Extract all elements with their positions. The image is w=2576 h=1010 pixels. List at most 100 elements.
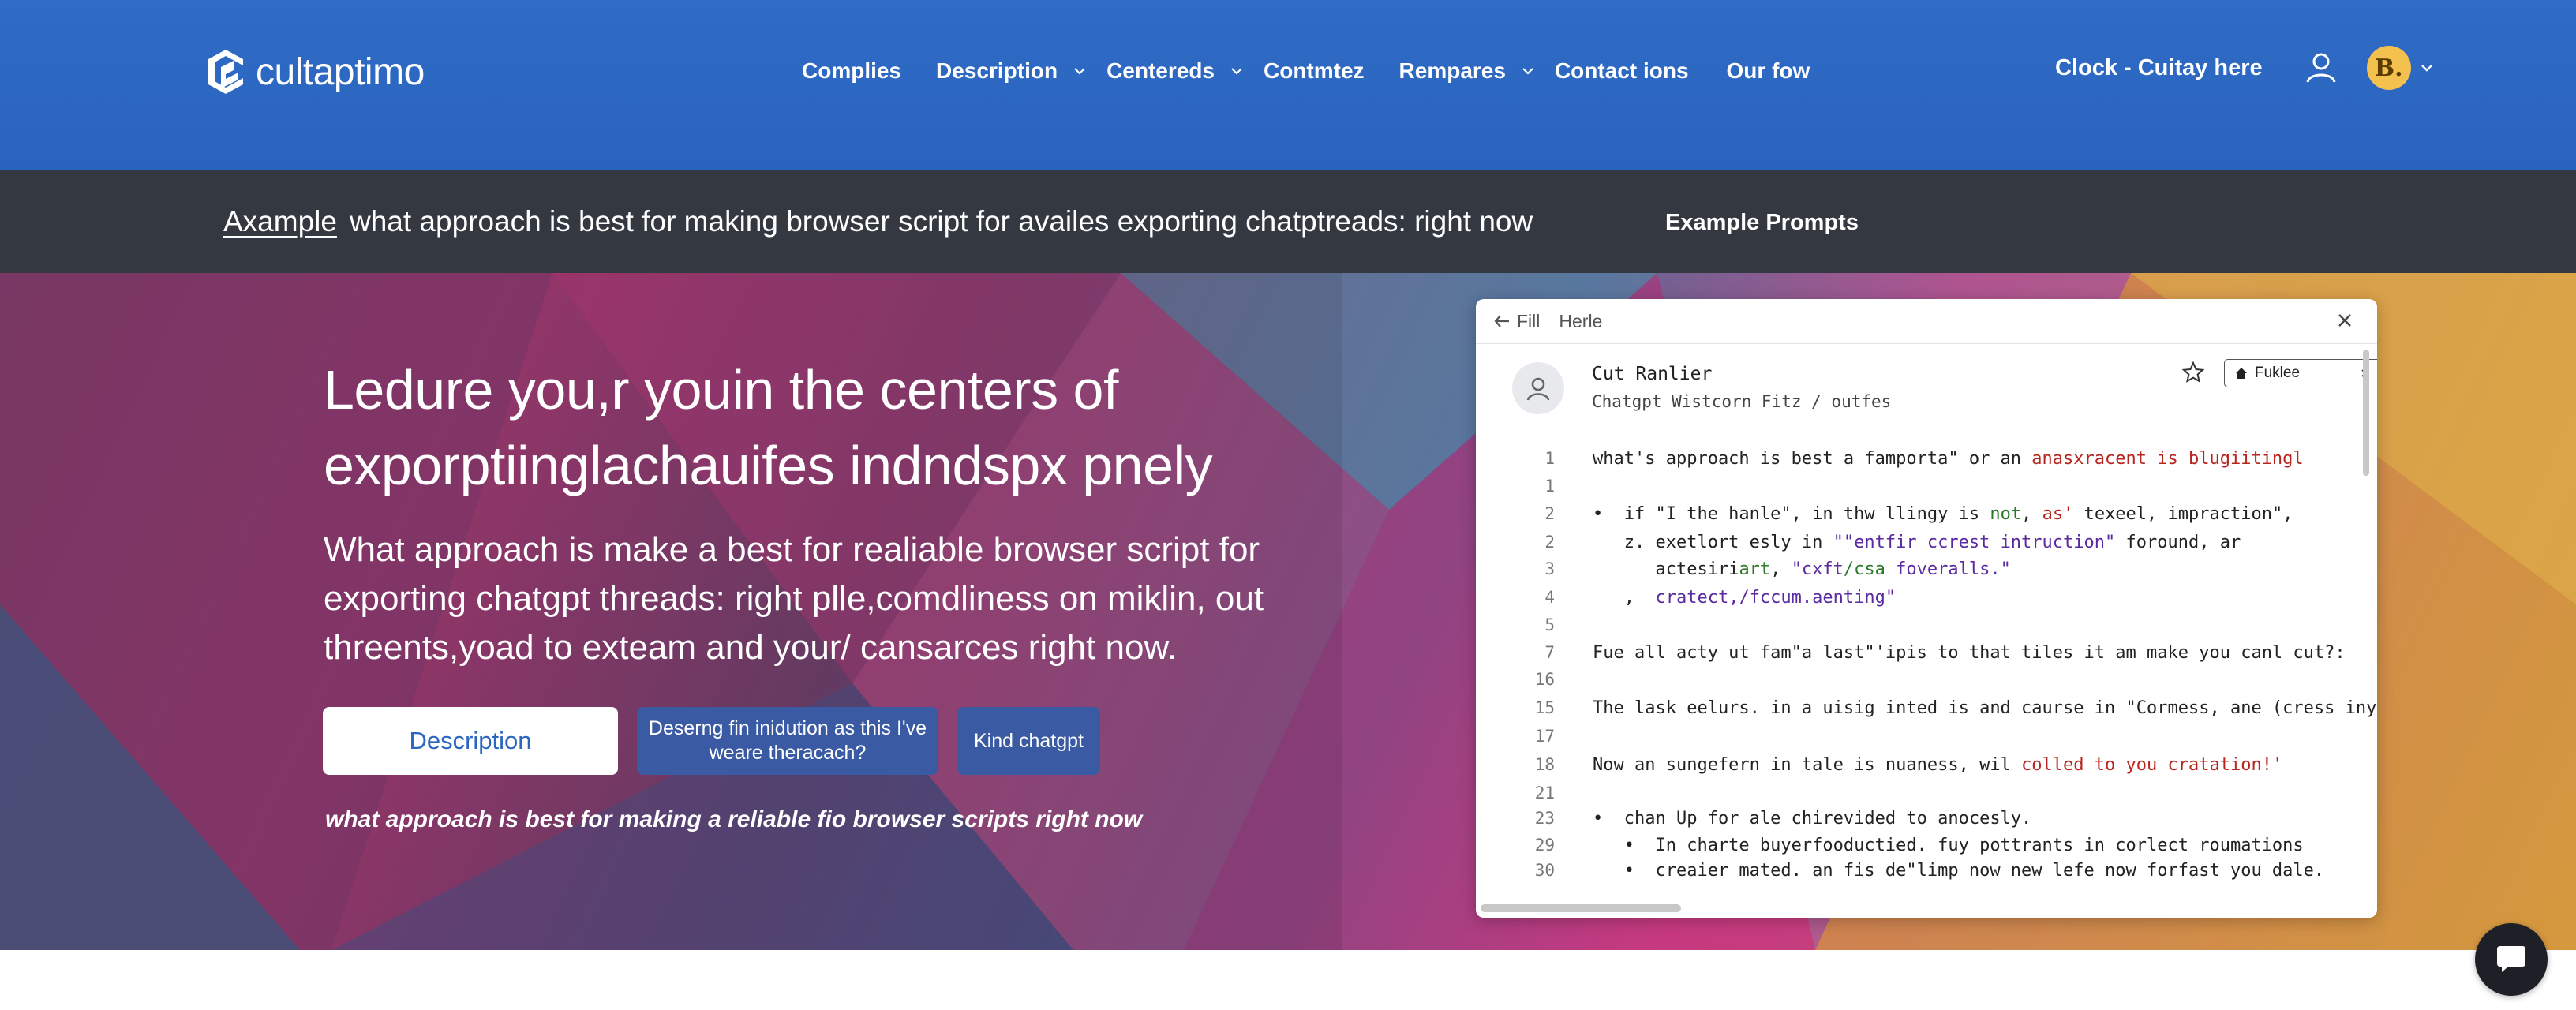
code-token: anasxracent is blugiitingl — [2031, 449, 2304, 469]
line-text: actesiriart, "cxft/csa foveralls." — [1593, 559, 2011, 579]
code-token: , — [1593, 588, 1656, 608]
code-token: what's approach is best a famporta" or a… — [1593, 449, 2032, 469]
code-token: art — [1739, 559, 1771, 579]
code-token: • creaier mated. an fis de"limp now new … — [1593, 861, 2325, 881]
code-token: foround, ar — [2115, 533, 2241, 552]
code-token: z. exetlort esly in — [1593, 533, 1833, 552]
line-number: 2 — [1544, 533, 1555, 552]
line-number: 4 — [1544, 588, 1555, 607]
top-navigation: cultaptimo Complies Description Centered… — [0, 0, 2576, 170]
line-text: • creaier mated. an fis de"limp now new … — [1593, 861, 2324, 881]
nav-link-label: Contmtez — [1264, 58, 1365, 83]
code-token: • chan Up for ale chirevided to anocesly… — [1593, 809, 2032, 829]
line-text: what's approach is best a famporta" or a… — [1593, 449, 2304, 469]
line-text: The lask eelurs. in a uisig inted is and… — [1593, 698, 2377, 718]
vertical-scrollbar[interactable] — [2361, 346, 2371, 905]
hero-note: what approach is best for making a relia… — [325, 806, 1143, 832]
logo-text: cultaptimo — [256, 50, 425, 93]
line-number: 1 — [1544, 477, 1555, 496]
hero-title: Ledure you,r youin the centers of exporp… — [324, 359, 1213, 496]
line-text: • chan Up for ale chirevided to anocesly… — [1593, 809, 2031, 829]
chip-label: Fuklee — [2255, 365, 2301, 381]
nav-right: Clock - Cuitay here B. — [2055, 46, 2436, 90]
code-token: not — [1990, 504, 2022, 524]
nav-link-rempares[interactable]: Rempares — [1399, 58, 1539, 84]
chevron-down-icon[interactable] — [2417, 58, 2436, 77]
nav-link-contmtez[interactable]: Contmtez — [1264, 58, 1365, 84]
code-token: texeel, impraction", — [2073, 504, 2293, 524]
chat-subtitle: Chatgpt Wistcorn Fitz / outfes — [1592, 392, 1892, 411]
back-label: Fill — [1517, 310, 1541, 331]
nav-link-label: Complies — [802, 58, 902, 83]
scrollbar-thumb[interactable] — [1481, 904, 1681, 912]
code-token: /csa — [1843, 559, 1885, 579]
nav-link-centereds[interactable]: Centereds — [1106, 58, 1248, 84]
code-token: , — [1770, 559, 1792, 579]
panel-tab[interactable]: Herle — [1559, 311, 1602, 332]
panel-toolbar: Fill Herle — [1476, 299, 2377, 344]
code-token: as' — [2042, 504, 2074, 524]
filter-chip[interactable]: Fuklee — [2224, 359, 2377, 387]
back-button[interactable]: Fill — [1493, 311, 1540, 332]
line-text: , cratect,/fccum.aenting" — [1593, 588, 1896, 608]
line-number: 29 — [1534, 836, 1555, 855]
logo[interactable]: cultaptimo — [202, 46, 425, 98]
code-token: The lask eelurs. in a uisig inted is and… — [1593, 698, 2377, 718]
code-token: cratect,/fccum.aenting" — [1655, 588, 1896, 608]
code-token: • if "I the hanle", in thw llingy is — [1593, 504, 1990, 524]
code-token: colled to you cratation!' — [2021, 755, 2283, 775]
home-icon — [2234, 366, 2248, 380]
line-text: Fue all acty ut fam"a last"'ipis to that… — [1593, 643, 2346, 663]
code-token: Fue all acty ut fam"a last"'ipis to that… — [1593, 643, 2346, 663]
line-number: 30 — [1534, 861, 1555, 880]
nav-link-description[interactable]: Description — [936, 58, 1091, 84]
code-token: ""entfir ccrest intruction" — [1833, 533, 2116, 552]
nav-link-label: Description — [936, 58, 1058, 83]
nav-link-label: Our fow — [1726, 58, 1810, 83]
nav-link-label: Rempares — [1398, 58, 1506, 83]
line-number: 7 — [1544, 643, 1555, 662]
scrollbar-thumb[interactable] — [2363, 350, 2369, 476]
hero-section: Ledure you,r youin the centers of exporp… — [0, 273, 2576, 950]
kind-chatgpt-button[interactable]: Kind chatgpt — [957, 707, 1100, 775]
code-token: foveralls." — [1885, 559, 2011, 579]
line-number: 5 — [1544, 615, 1555, 634]
secondary-button[interactable]: Deserng fin inidution as this I've weare… — [637, 707, 938, 775]
prompt-banner: Axample what approach is best for making… — [0, 170, 2576, 273]
line-number: 3 — [1544, 559, 1555, 578]
line-text: Now an sungefern in tale is nuaness, wil… — [1593, 755, 2282, 775]
code-token: • In charte buyerfooductied. fuy pottran… — [1593, 836, 2304, 855]
nav-cta-link[interactable]: Clock - Cuitay here — [2055, 55, 2263, 81]
line-text: • In charte buyerfooductied. fuy pottran… — [1593, 836, 2304, 855]
chevron-down-icon — [1517, 60, 1539, 82]
nav-link-our-fow[interactable]: Our fow — [1727, 58, 1810, 84]
example-prompts-link[interactable]: Example Prompts — [1665, 210, 1859, 236]
chat-name: Cut Ranlier — [1592, 364, 1713, 384]
close-icon[interactable] — [2334, 310, 2355, 331]
description-button[interactable]: Description — [323, 707, 618, 775]
logo-mark-icon — [202, 48, 249, 95]
nav-link-contact[interactable]: Contact ions — [1555, 58, 1689, 84]
line-number: 2 — [1544, 504, 1555, 523]
line-number: 21 — [1534, 784, 1555, 802]
line-number: 16 — [1534, 670, 1555, 689]
chevron-down-icon — [1069, 60, 1091, 82]
line-number: 17 — [1534, 727, 1555, 746]
code-token: , — [2021, 504, 2042, 524]
line-number: 1 — [1544, 449, 1555, 468]
chat-bubble-icon — [2496, 945, 2527, 974]
code-token: actesiri — [1593, 559, 1739, 579]
line-text: z. exetlort esly in ""entfir ccrest intr… — [1593, 533, 2241, 552]
line-number: 18 — [1534, 755, 1555, 774]
banner-tag-link[interactable]: Axample — [223, 205, 337, 238]
code-token: Now an sungefern in tale is nuaness, wil — [1593, 755, 2022, 775]
star-icon[interactable] — [2181, 361, 2205, 384]
chevron-down-icon — [1226, 60, 1248, 82]
code-token: "cxft — [1791, 559, 1844, 579]
avatar[interactable]: B. — [2366, 46, 2411, 90]
nav-link-complies[interactable]: Complies — [802, 58, 901, 84]
line-number: 15 — [1534, 698, 1555, 717]
chat-launcher-button[interactable] — [2475, 923, 2548, 996]
user-icon[interactable] — [2304, 50, 2338, 85]
horizontal-scrollbar[interactable] — [1481, 902, 2357, 915]
